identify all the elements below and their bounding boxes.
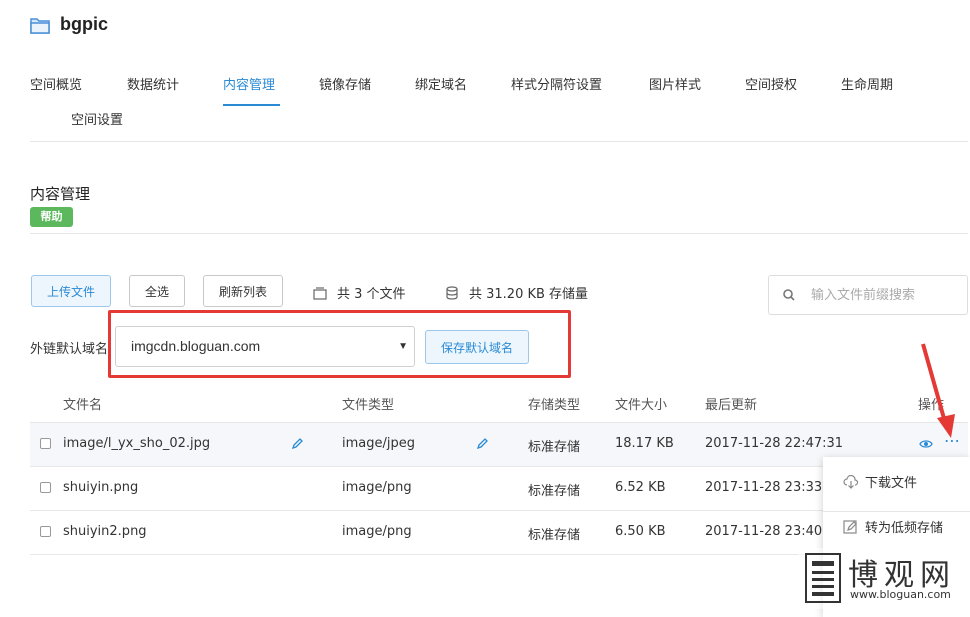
select-all-button[interactable]: 全选 xyxy=(129,275,185,307)
files-icon xyxy=(313,286,327,300)
menu-item-label: 下载文件 xyxy=(865,476,918,491)
domain-label: 外链默认域名 xyxy=(30,342,109,357)
file-type: image/png xyxy=(342,480,412,495)
file-name: shuiyin2.png xyxy=(63,524,147,539)
annotation-arrow xyxy=(921,343,955,438)
storage-total: 共 31.20 KB 存储量 xyxy=(445,283,588,302)
storage-type: 标准存储 xyxy=(528,484,581,499)
tab-domain[interactable]: 绑定域名 xyxy=(415,74,467,93)
file-type: image/jpeg xyxy=(342,436,415,451)
column-header-name: 文件名 xyxy=(63,398,103,413)
search-box xyxy=(768,275,968,315)
edit-icon xyxy=(843,519,857,534)
tab-settings[interactable]: 空间设置 xyxy=(71,109,123,128)
storage-type: 标准存储 xyxy=(528,528,581,543)
active-tab-indicator xyxy=(223,104,280,106)
divider xyxy=(823,511,970,512)
menu-item-label: 转为低频存储 xyxy=(865,521,944,536)
tab-separator[interactable]: 样式分隔符设置 xyxy=(511,74,602,93)
file-count: 共 3 个文件 xyxy=(313,283,406,302)
file-size: 6.52 KB xyxy=(615,480,666,495)
edit-name-icon[interactable] xyxy=(290,437,304,451)
file-size: 6.50 KB xyxy=(615,524,666,539)
column-header-updated: 最后更新 xyxy=(705,398,758,413)
bucket-header: bgpic xyxy=(30,14,108,35)
divider xyxy=(30,141,968,142)
storage-total-text: 共 31.20 KB 存储量 xyxy=(469,287,589,302)
column-header-size: 文件大小 xyxy=(615,398,668,413)
tab-content[interactable]: 内容管理 xyxy=(223,74,275,93)
edit-type-icon[interactable] xyxy=(475,437,489,451)
divider xyxy=(30,233,968,234)
menu-item-convert-infrequent[interactable]: 转为低频存储 xyxy=(843,517,943,536)
tab-overview[interactable]: 空间概览 xyxy=(30,74,82,93)
last-updated: 2017-11-28 22:47:31 xyxy=(705,436,844,451)
bucket-icon xyxy=(30,17,50,34)
column-header-storage: 存储类型 xyxy=(528,398,581,413)
database-icon xyxy=(446,285,458,300)
help-button[interactable]: 帮助 xyxy=(30,207,73,227)
bucket-name: bgpic xyxy=(60,14,108,34)
file-type: image/png xyxy=(342,524,412,539)
watermark: 博观网 www.bloguan.com xyxy=(798,548,970,609)
highlight-annotation-box xyxy=(108,310,571,378)
tab-statistics[interactable]: 数据统计 xyxy=(127,74,179,93)
row-checkbox[interactable] xyxy=(40,438,51,449)
file-name: image/l_yx_sho_02.jpg xyxy=(63,436,211,451)
file-name: shuiyin.png xyxy=(63,480,139,495)
search-input[interactable] xyxy=(809,286,963,304)
last-updated: 2017-11-28 23:33 xyxy=(705,480,823,495)
column-header-type: 文件类型 xyxy=(342,398,395,413)
cloud-download-icon xyxy=(843,474,859,489)
tab-authorization[interactable]: 空间授权 xyxy=(745,74,797,93)
last-updated: 2017-11-28 23:40 xyxy=(705,524,823,539)
file-count-text: 共 3 个文件 xyxy=(337,287,406,302)
row-checkbox[interactable] xyxy=(40,526,51,537)
tab-image-style[interactable]: 图片样式 xyxy=(649,74,701,93)
upload-button[interactable]: 上传文件 xyxy=(31,275,111,307)
tab-lifecycle[interactable]: 生命周期 xyxy=(841,74,893,93)
watermark-logo-icon xyxy=(805,553,841,603)
tab-mirror[interactable]: 镜像存储 xyxy=(319,74,371,93)
storage-type: 标准存储 xyxy=(528,440,581,455)
refresh-button[interactable]: 刷新列表 xyxy=(203,275,283,307)
page-title: 内容管理 xyxy=(30,185,91,203)
row-checkbox[interactable] xyxy=(40,482,51,493)
search-icon xyxy=(783,289,795,301)
menu-item-download[interactable]: 下载文件 xyxy=(843,472,917,491)
file-size: 18.17 KB xyxy=(615,436,674,451)
watermark-url: www.bloguan.com xyxy=(850,588,951,601)
